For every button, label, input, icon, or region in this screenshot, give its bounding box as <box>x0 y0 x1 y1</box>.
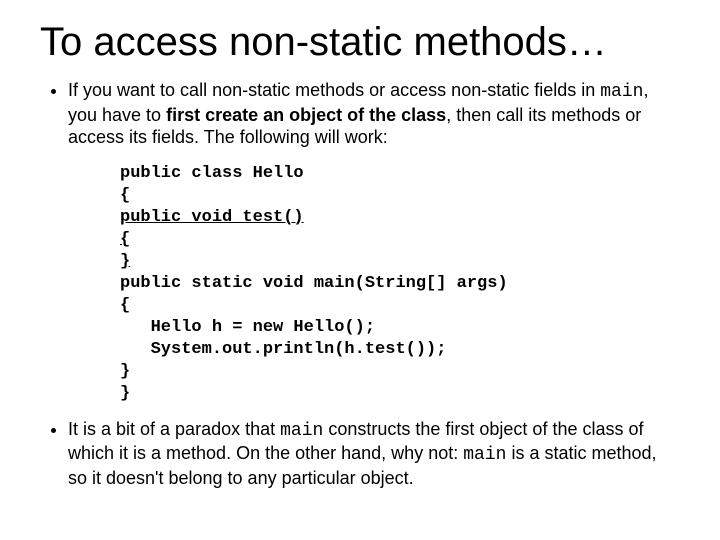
b1-main-1: main <box>600 82 643 102</box>
slide: To access non-static methods… If you wan… <box>0 0 720 540</box>
bullet-1: If you want to call non-static methods o… <box>68 79 680 149</box>
bullet-list-2: It is a bit of a paradox that main const… <box>40 418 680 490</box>
page-title: To access non-static methods… <box>40 20 680 65</box>
code-l5: } <box>120 252 130 271</box>
b2-main-2: main <box>463 445 506 465</box>
code-l8: Hello h = new Hello(); <box>120 318 375 337</box>
b1-text-1: If you want to call non-static methods o… <box>68 80 600 100</box>
code-l6: public static void main(String[] args) <box>120 274 508 293</box>
bullet-list: If you want to call non-static methods o… <box>40 79 680 149</box>
code-l4: { <box>120 230 130 249</box>
code-block: public class Hello { public void test() … <box>120 163 680 406</box>
code-l9: System.out.println(h.test()); <box>120 340 446 359</box>
bullet-2: It is a bit of a paradox that main const… <box>68 418 680 490</box>
code-l7: { <box>120 296 130 315</box>
code-l11: } <box>120 384 130 403</box>
b1-bold: first create an object of the class <box>166 105 446 125</box>
code-l10: } <box>120 362 130 381</box>
code-l2: { <box>120 186 130 205</box>
code-l3: public void test() <box>120 208 304 227</box>
b2-text-1: It is a bit of a paradox that <box>68 419 280 439</box>
code-l1: public class Hello <box>120 164 304 183</box>
b2-main-1: main <box>280 421 323 441</box>
